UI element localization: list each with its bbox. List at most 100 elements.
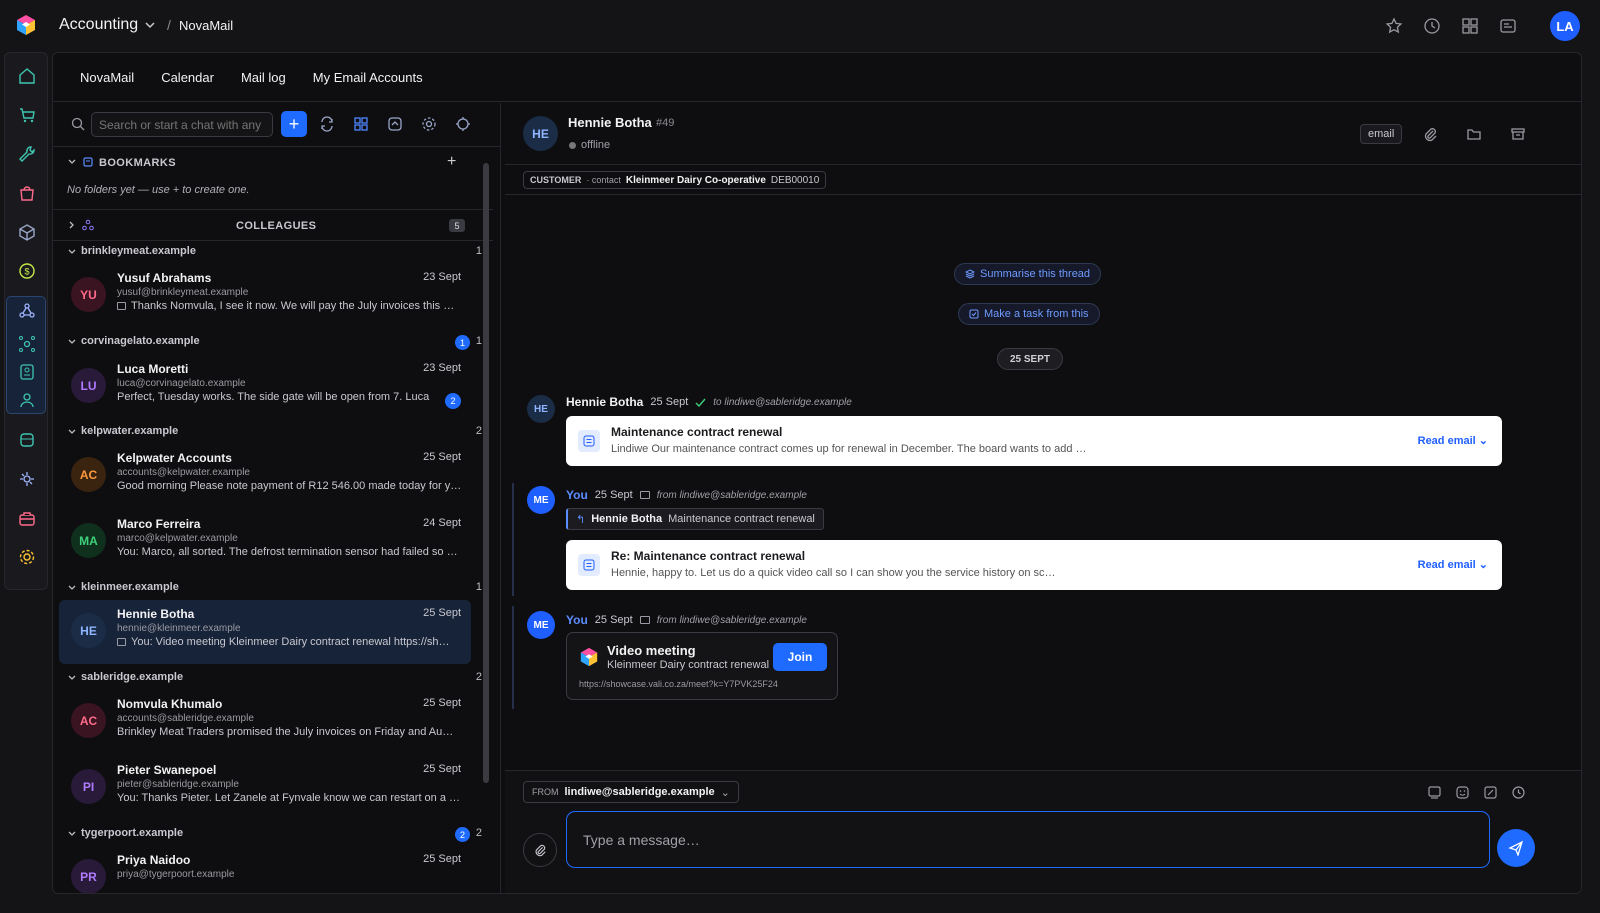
- conversation-item[interactable]: AC Nomvula Khumalo 25 Sept accounts@sabl…: [59, 690, 471, 754]
- cart-icon[interactable]: [16, 104, 38, 126]
- tab-mail-log[interactable]: Mail log: [241, 70, 286, 85]
- edit-note-icon[interactable]: [1483, 785, 1498, 800]
- colleagues-count: 5: [449, 219, 465, 232]
- conversation-item[interactable]: AC Kelpwater Accounts 25 Sept accounts@k…: [59, 444, 471, 508]
- read-email-button[interactable]: Read email ⌄: [1418, 558, 1488, 571]
- gear-icon[interactable]: [16, 546, 38, 568]
- colleagues-header[interactable]: COLLEAGUES 5: [53, 210, 493, 240]
- collapse-icon[interactable]: [387, 116, 403, 132]
- conversation-item[interactable]: YU Yusuf Abrahams 23 Sept yusuf@brinkley…: [59, 264, 471, 328]
- channel-badge[interactable]: email: [1360, 124, 1403, 144]
- mail-tabs: NovaMail Calendar Mail log My Email Acco…: [53, 53, 1581, 102]
- folder-icon[interactable]: [1466, 126, 1482, 142]
- message-preview: You: Video meeting Kleinmeer Dairy contr…: [117, 636, 463, 648]
- conversation-item-active[interactable]: HE Hennie Botha 25 Sept hennie@kleinmeer…: [59, 600, 471, 664]
- apps-grid-icon[interactable]: [1461, 17, 1479, 35]
- reply-arrow-icon: ↰: [576, 513, 586, 526]
- mail-icon: [639, 491, 650, 499]
- star-icon[interactable]: [1385, 17, 1403, 35]
- user-avatar[interactable]: LA: [1550, 11, 1580, 41]
- conversation-item[interactable]: MA Marco Ferreira 24 Sept marco@kelpwate…: [59, 510, 471, 574]
- chat-header: HE Hennie Botha #49 offline email: [505, 103, 1581, 165]
- send-button[interactable]: [1497, 829, 1535, 867]
- chevron-right-icon: [69, 221, 74, 229]
- contact-name: Kelpwater Accounts: [117, 451, 232, 465]
- network-icon[interactable]: [16, 300, 38, 322]
- module-switcher[interactable]: Accounting: [59, 16, 156, 34]
- app-logo-icon[interactable]: [15, 14, 37, 36]
- message-input[interactable]: [566, 811, 1490, 868]
- search-input[interactable]: [91, 112, 273, 137]
- summarise-thread-button[interactable]: Summarise this thread: [954, 263, 1102, 285]
- template-icon[interactable]: [1427, 785, 1442, 800]
- attach-button[interactable]: [523, 833, 557, 867]
- contacts-network-icon[interactable]: [16, 333, 38, 355]
- avatar: PI: [71, 769, 106, 804]
- settings-icon[interactable]: [421, 116, 437, 132]
- from-account-select[interactable]: FROM lindiwe@sableridge.example ⌄: [523, 781, 739, 803]
- history-icon[interactable]: [1423, 17, 1441, 35]
- meeting-title: Video meeting: [607, 643, 696, 658]
- home-icon[interactable]: [16, 65, 38, 87]
- mail-icon: [117, 302, 126, 311]
- meeting-link[interactable]: https://showcase.vali.co.za/meet?k=Y7PVK…: [579, 679, 778, 689]
- wrench-icon[interactable]: [16, 143, 38, 165]
- thread-line: [512, 483, 514, 596]
- package-icon[interactable]: [16, 221, 38, 243]
- alert-settings-icon[interactable]: [455, 116, 471, 132]
- chevron-down-icon: [145, 22, 155, 29]
- scrollbar[interactable]: [483, 163, 489, 783]
- message-meta: Hennie Botha 25 Sept to lindiwe@sableridg…: [566, 395, 852, 409]
- conversation-item[interactable]: PR Priya Naidoo 25 Sept priya@tygerpoort…: [59, 846, 471, 893]
- quoted-reply[interactable]: ↰ Hennie Botha Maintenance contract rene…: [566, 508, 824, 530]
- id-card-icon[interactable]: [16, 361, 38, 383]
- read-email-button[interactable]: Read email ⌄: [1418, 434, 1488, 447]
- make-task-button[interactable]: Make a task from this: [958, 303, 1100, 325]
- email-card[interactable]: Re: Maintenance contract renewal Hennie,…: [566, 540, 1502, 590]
- domain-group-header[interactable]: sableridge.example 2: [53, 667, 493, 689]
- meeting-subtitle: Kleinmeer Dairy contract renewal: [607, 659, 770, 671]
- domain-group-header[interactable]: kleinmeer.example 1: [53, 577, 493, 599]
- emoji-icon[interactable]: [1455, 785, 1470, 800]
- settings-tree-icon[interactable]: [16, 468, 38, 490]
- tab-email-accounts[interactable]: My Email Accounts: [313, 70, 423, 85]
- message-meta: You 25 Sept from lindiwe@sableridge.examp…: [566, 488, 807, 502]
- domain-group-header[interactable]: tygerpoort.example 2 2: [53, 823, 493, 845]
- paperclip-icon[interactable]: [1422, 126, 1438, 142]
- notes-icon[interactable]: [1499, 17, 1517, 35]
- schedule-icon[interactable]: [1511, 785, 1526, 800]
- search-icon: [71, 117, 85, 131]
- bookmarks-header[interactable]: BOOKMARKS +: [53, 147, 493, 177]
- shopping-bag-icon[interactable]: [16, 182, 38, 204]
- tab-novamail[interactable]: NovaMail: [80, 70, 134, 85]
- check-icon: [695, 398, 706, 407]
- domain-count: 1: [475, 581, 482, 593]
- tab-calendar[interactable]: Calendar: [161, 70, 214, 85]
- briefcase-icon[interactable]: [16, 507, 38, 529]
- person-icon[interactable]: [16, 389, 38, 411]
- conversation-item[interactable]: PI Pieter Swanepoel 25 Sept pieter@sable…: [59, 756, 471, 820]
- dollar-icon[interactable]: $: [16, 260, 38, 282]
- conversation-item[interactable]: LU Luca Moretti 23 Sept luca@corvinagela…: [59, 355, 471, 419]
- domain-group-header[interactable]: corvinagelato.example 1 1: [53, 331, 493, 353]
- contact-email: priya@tygerpoort.example: [117, 869, 235, 880]
- domain-group-header[interactable]: kelpwater.example 2: [53, 421, 493, 443]
- add-folder-button[interactable]: +: [447, 153, 456, 171]
- domain-count: 1: [475, 245, 482, 257]
- grid-view-icon[interactable]: [353, 116, 369, 132]
- database-icon[interactable]: [16, 429, 38, 451]
- layers-icon: [965, 269, 975, 279]
- domain-group-header[interactable]: brinkleymeat.example 1: [53, 241, 493, 263]
- join-meeting-button[interactable]: Join: [773, 643, 827, 671]
- email-icon: [578, 430, 600, 452]
- email-subject: Re: Maintenance contract renewal: [611, 549, 806, 563]
- unread-badge: 1: [455, 335, 470, 350]
- main-frame: NovaMail Calendar Mail log My Email Acco…: [52, 52, 1582, 894]
- new-chat-button[interactable]: +: [281, 111, 307, 137]
- customer-chip[interactable]: CUSTOMER · contact Kleinmeer Dairy Co-ope…: [523, 171, 827, 189]
- archive-icon[interactable]: [1510, 126, 1526, 142]
- refresh-icon[interactable]: [319, 116, 335, 132]
- breadcrumb[interactable]: NovaMail: [179, 18, 233, 33]
- contact-name[interactable]: Hennie Botha: [568, 115, 652, 130]
- email-card[interactable]: Maintenance contract renewal Lindiwe Our…: [566, 416, 1502, 466]
